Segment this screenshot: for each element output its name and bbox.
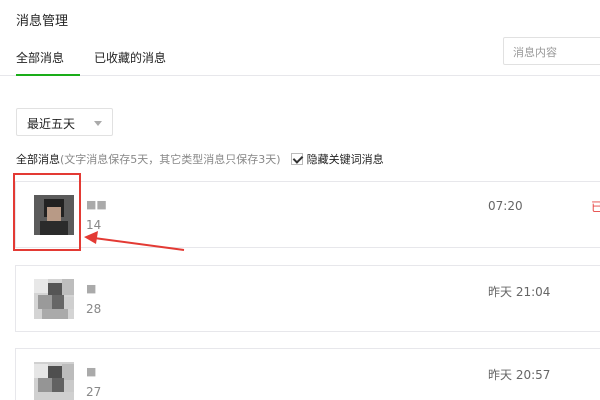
message-item[interactable]: ■ 27 昨天 20:57 <box>15 348 600 400</box>
sender-name: ■■ <box>86 198 107 211</box>
message-count: 27 <box>86 385 102 399</box>
summary-label: 全部消息 <box>16 153 60 166</box>
sender-name: ■ <box>86 282 97 295</box>
summary-note: (文字消息保存5天，其它类型消息只保存3天) <box>60 153 281 166</box>
highlight-box <box>13 173 81 251</box>
arrow-icon <box>84 231 185 251</box>
filter-summary: 全部消息(文字消息保存5天，其它类型消息只保存3天) 隐藏关键词消息 <box>16 151 384 167</box>
search-input[interactable]: 消息内容 <box>503 37 600 65</box>
sender-name: ■ <box>86 365 97 378</box>
message-time: 07:20 <box>488 199 523 213</box>
avatar[interactable] <box>34 362 74 400</box>
date-range-value: 最近五天 <box>27 117 76 131</box>
page-title: 消息管理 <box>16 14 69 29</box>
date-range-select[interactable]: 最近五天 <box>16 108 113 136</box>
avatar[interactable] <box>34 279 74 319</box>
chevron-down-icon <box>94 121 102 126</box>
hide-keyword-label[interactable]: 隐藏关键词消息 <box>307 153 384 166</box>
message-time: 昨天 20:57 <box>488 368 551 382</box>
hide-keyword-checkbox[interactable] <box>290 153 303 165</box>
message-item[interactable]: ■ 28 昨天 21:04 <box>15 265 600 332</box>
tab-all-messages[interactable]: 全部消息 <box>16 48 80 76</box>
message-status[interactable]: 已 <box>591 198 600 215</box>
message-count: 28 <box>86 302 102 316</box>
tab-favorited-messages[interactable]: 已收藏的消息 <box>94 48 166 76</box>
message-time: 昨天 21:04 <box>488 285 551 299</box>
